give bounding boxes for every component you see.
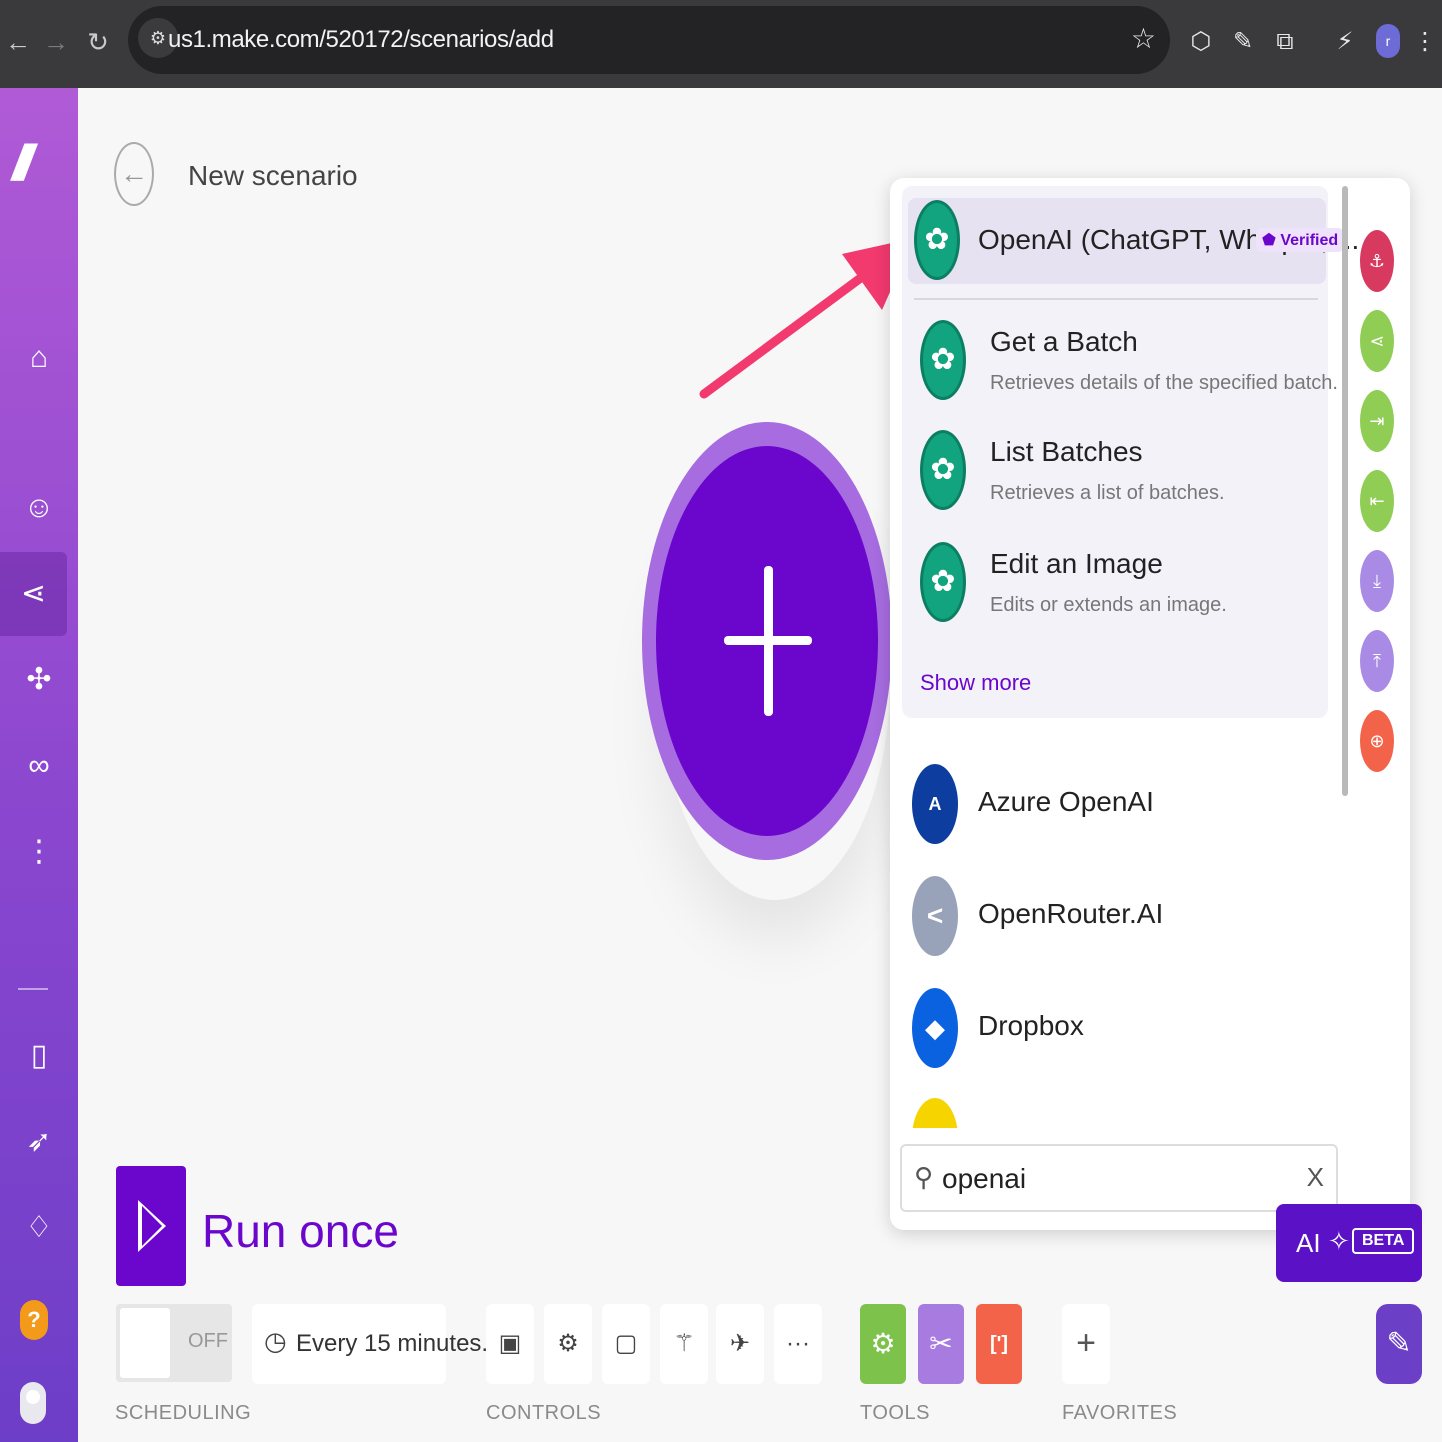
azure-openai-icon: A (912, 764, 958, 844)
app-item-azure-openai[interactable]: A Azure OpenAI (912, 760, 1332, 850)
add-favorite-button[interactable]: + (1062, 1304, 1110, 1384)
openai-icon: ✿ (920, 320, 966, 400)
save-icon[interactable]: ▣ (486, 1304, 534, 1384)
scenarios-icon[interactable]: ⋖ (0, 552, 67, 636)
settings-gear-icon[interactable]: ⚙ (544, 1304, 592, 1384)
verified-label: Verified (1280, 232, 1339, 249)
ai-label: AI (1296, 1228, 1321, 1258)
tools-label: TOOLS (860, 1402, 930, 1424)
download-icon[interactable]: ⤓ (1360, 550, 1394, 612)
openai-icon: ✿ (920, 542, 966, 622)
openai-icon: ✿ (914, 200, 960, 280)
play-icon (138, 1200, 166, 1252)
schedule-text: Every 15 minutes. (296, 1330, 489, 1357)
tools-json-icon[interactable]: ['] (976, 1304, 1022, 1384)
app-name: Azure OpenAI (978, 786, 1154, 817)
group-divider (914, 298, 1318, 300)
tools-wrench-icon[interactable]: ✂ (918, 1304, 964, 1384)
clock-icon: ◷ (264, 1326, 287, 1356)
reload-icon[interactable]: ↻ (80, 22, 116, 62)
notes-icon[interactable]: ▢ (602, 1304, 650, 1384)
browser-toolbar: ← → ↻ ⚙ us1.make.com/520172/scenarios/ad… (0, 0, 1442, 88)
connections-icon[interactable]: ∞ (0, 724, 78, 808)
tools-gear-icon[interactable]: ⚙ (860, 1304, 906, 1384)
help-icon[interactable]: ? (20, 1300, 48, 1340)
chat-support-icon[interactable]: ✎ (1376, 1304, 1422, 1384)
app-name: OpenRouter.AI (978, 898, 1164, 929)
dropbox-icon: ◆ (912, 988, 958, 1068)
clear-search-icon[interactable]: X (1307, 1162, 1324, 1193)
run-once-button[interactable] (116, 1166, 186, 1286)
module-item-list-batches[interactable]: ✿ List Batches Retrieves a list of batch… (914, 420, 1318, 520)
module-description: Retrieves a list of batches. (990, 482, 1225, 504)
app-item-dropbox[interactable]: ◆ Dropbox (912, 984, 1332, 1074)
iterator-icon[interactable]: ⇥ (1360, 390, 1394, 452)
search-input[interactable] (942, 1158, 1282, 1200)
module-title: Get a Batch (990, 326, 1138, 357)
verified-badge: ⬟ Verified (1256, 228, 1345, 252)
address-bar[interactable]: ⚙ us1.make.com/520172/scenarios/add ☆ (128, 6, 1170, 74)
ai-assistant-button[interactable]: AI ✧ BETA (1276, 1204, 1422, 1282)
module-title: Edit an Image (990, 548, 1163, 579)
extension-icon[interactable]: ⬡ (1184, 22, 1218, 62)
scheduling-label: SCHEDULING (115, 1402, 252, 1424)
module-title: List Batches (990, 436, 1143, 467)
back-nav-icon[interactable]: ← (0, 22, 36, 62)
search-plus-icon[interactable]: ⊕ (1360, 710, 1394, 772)
rocket-icon[interactable]: ➶ (0, 1100, 78, 1184)
openai-app-header[interactable]: ✿ OpenAI (ChatGPT, Whisper, ... ⬟ Verifi… (908, 198, 1359, 284)
scheduling-toggle[interactable]: OFF (116, 1304, 232, 1382)
webhooks-icon[interactable]: ⚓ (1360, 230, 1394, 292)
page-title[interactable]: New scenario (188, 160, 358, 192)
plus-icon-vertical (764, 566, 773, 716)
openai-group: ✿ OpenAI (ChatGPT, Whisper, ... ⬟ Verifi… (902, 186, 1359, 718)
openai-icon: ✿ (920, 430, 966, 510)
forward-nav-icon[interactable]: → (38, 22, 74, 62)
url-text[interactable]: us1.make.com/520172/scenarios/add (168, 26, 554, 54)
openrouter-icon: < (912, 876, 958, 956)
extensions-puzzle-icon[interactable]: ⧉ (1268, 22, 1302, 62)
more-controls-icon[interactable]: ··· (774, 1304, 822, 1384)
browser-menu-icon[interactable]: ⋮ (1408, 22, 1442, 62)
app-item-openrouter[interactable]: < OpenRouter.AI (912, 872, 1332, 962)
run-once-label[interactable]: Run once (202, 1204, 399, 1258)
auto-align-wand-icon[interactable]: ⚚ (660, 1304, 708, 1384)
sidebar-divider (18, 988, 48, 990)
search-icon: ⚲ (914, 1162, 934, 1192)
favorites-label: FAVORITES (1062, 1402, 1178, 1424)
schedule-button[interactable]: ◷ Every 15 minutes. (252, 1304, 488, 1384)
toggle-knob (120, 1308, 170, 1378)
show-more-link[interactable]: Show more (920, 670, 1031, 696)
notifications-icon[interactable]: ♢ (0, 1186, 78, 1270)
aggregator-icon[interactable]: ⇤ (1360, 470, 1394, 532)
router-icon[interactable]: ⋖ (1360, 310, 1394, 372)
back-button[interactable]: ← (114, 142, 154, 206)
module-description: Edits or extends an image. (990, 594, 1227, 616)
module-item-edit-an-image[interactable]: ✿ Edit an Image Edits or extends an imag… (914, 532, 1318, 632)
user-avatar[interactable] (20, 1382, 46, 1424)
sidebar: /// ⌂ ☺ ⋖ ✣ ∞ ⋮ ▯ ➶ ♢ ? (0, 88, 78, 1442)
sparkle-icon: ✧ (1328, 1226, 1350, 1256)
profile-avatar[interactable]: r (1376, 24, 1400, 58)
apps-icon[interactable]: ✣ (0, 638, 78, 722)
module-item-get-a-batch[interactable]: ✿ Get a Batch Retrieves details of the s… (914, 310, 1338, 410)
app-name: Dropbox (978, 1010, 1084, 1041)
home-icon[interactable]: ⌂ (0, 316, 78, 400)
beta-badge: BETA (1352, 1228, 1415, 1254)
controls-label: CONTROLS (486, 1402, 602, 1424)
docs-icon[interactable]: ▯ (0, 1014, 78, 1098)
upload-icon[interactable]: ⤒ (1360, 630, 1394, 692)
bookmark-star-icon[interactable]: ☆ (1131, 22, 1156, 55)
explain-flow-plane-icon[interactable]: ✈ (716, 1304, 764, 1384)
more-icon[interactable]: ⋮ (0, 810, 78, 894)
performance-icon[interactable]: ⚡ (1328, 22, 1362, 62)
eyedropper-extension-icon[interactable]: ✎ (1226, 22, 1260, 62)
make-logo[interactable]: /// (12, 136, 66, 190)
toggle-label: OFF (188, 1330, 228, 1352)
team-icon[interactable]: ☺ (0, 466, 78, 550)
panel-scrollbar[interactable] (1342, 186, 1348, 796)
search-field[interactable]: ⚲ X (900, 1144, 1338, 1212)
module-picker-panel: ✿ OpenAI (ChatGPT, Whisper, ... ⬟ Verifi… (890, 178, 1410, 1230)
module-description: Retrieves details of the specified batch… (990, 372, 1338, 394)
